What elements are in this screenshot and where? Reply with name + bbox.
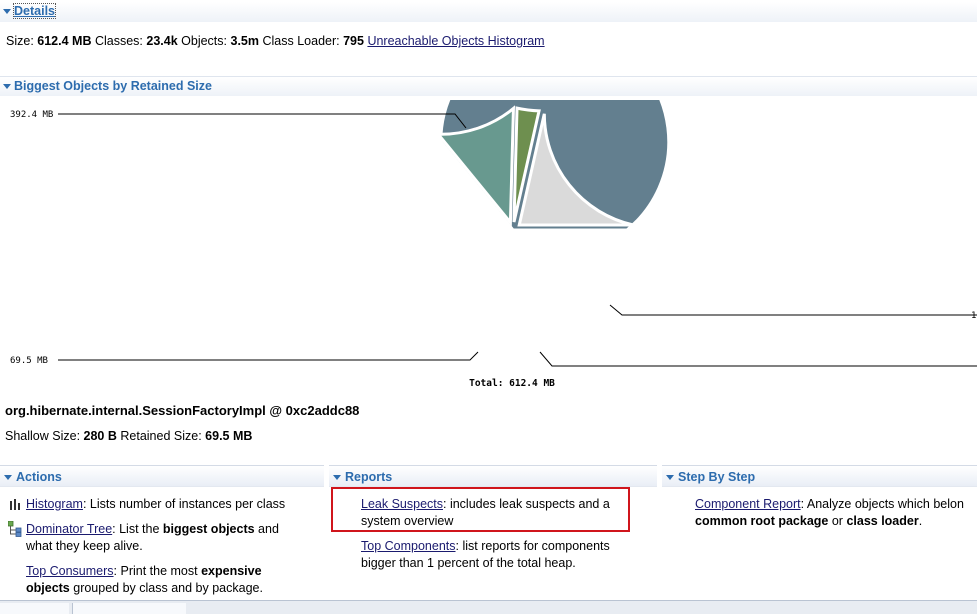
histogram-link[interactable]: Histogram: [26, 497, 83, 511]
component-report-step: Component Report: Analyze objects which …: [695, 497, 964, 528]
leader-line-right-lower: [539, 351, 977, 367]
component-report-link[interactable]: Component Report: [695, 497, 801, 511]
leader-line-right-upper: [609, 304, 977, 316]
step-by-step-header[interactable]: Step By Step: [662, 465, 977, 487]
dominator-tree-link[interactable]: Dominator Tree: [26, 522, 112, 536]
editor-tab-2[interactable]: [72, 603, 186, 614]
pie-label-bottom-left: 69.5 MB: [10, 356, 48, 366]
pie-label-right: 1: [971, 311, 976, 321]
selected-object-name: org.hibernate.internal.SessionFactoryImp…: [5, 403, 360, 418]
top-components-link[interactable]: Top Components: [361, 539, 456, 553]
expand-arrow-icon[interactable]: [3, 9, 11, 14]
details-title[interactable]: Details: [13, 3, 56, 19]
top-consumers-link[interactable]: Top Consumers: [26, 564, 114, 578]
details-summary: Size: 612.4 MB Classes: 23.4k Objects: 3…: [6, 34, 545, 48]
pie-label-top-left: 392.4 MB: [10, 110, 53, 120]
actions-title: Actions: [16, 470, 62, 484]
details-header[interactable]: Details: [0, 2, 977, 22]
leader-line-top-left: [58, 113, 467, 129]
reports-header[interactable]: Reports: [329, 465, 657, 487]
retained-size-pie-chart[interactable]: 392.4 MB 69.5 MB 1 Total: 612.4 MB: [0, 100, 977, 400]
step-by-step-title: Step By Step: [678, 470, 756, 484]
expand-arrow-icon[interactable]: [4, 475, 12, 480]
bottom-tab-strip: [0, 600, 977, 614]
leak-suspects-report: Leak Suspects: includes leak suspects an…: [361, 497, 610, 528]
actions-header[interactable]: Actions: [0, 465, 324, 487]
pie-total-label: Total: 612.4 MB: [469, 378, 555, 389]
top-components-report: Top Components: list reports for compone…: [361, 539, 610, 570]
dominator-tree-action: Dominator Tree: List the biggest objects…: [26, 522, 279, 553]
top-consumers-action: Top Consumers: Print the most expensive …: [26, 564, 263, 595]
selected-object-sizes: Shallow Size: 280 B Retained Size: 69.5 …: [5, 429, 253, 443]
editor-tab-1[interactable]: [0, 603, 69, 614]
unreachable-objects-histogram-link[interactable]: Unreachable Objects Histogram: [367, 34, 544, 48]
biggest-objects-title: Biggest Objects by Retained Size: [14, 79, 212, 93]
reports-title: Reports: [345, 470, 393, 484]
leak-suspects-link[interactable]: Leak Suspects: [361, 497, 443, 511]
biggest-objects-header[interactable]: Biggest Objects by Retained Size: [0, 76, 977, 96]
leader-line-bottom-left: [58, 351, 479, 361]
expand-arrow-icon[interactable]: [333, 475, 341, 480]
dominator-tree-icon: [8, 521, 22, 537]
histogram-action: Histogram: Lists number of instances per…: [26, 497, 286, 511]
histogram-icon: [10, 499, 20, 510]
expand-arrow-icon[interactable]: [666, 475, 674, 480]
expand-arrow-icon[interactable]: [3, 84, 11, 89]
